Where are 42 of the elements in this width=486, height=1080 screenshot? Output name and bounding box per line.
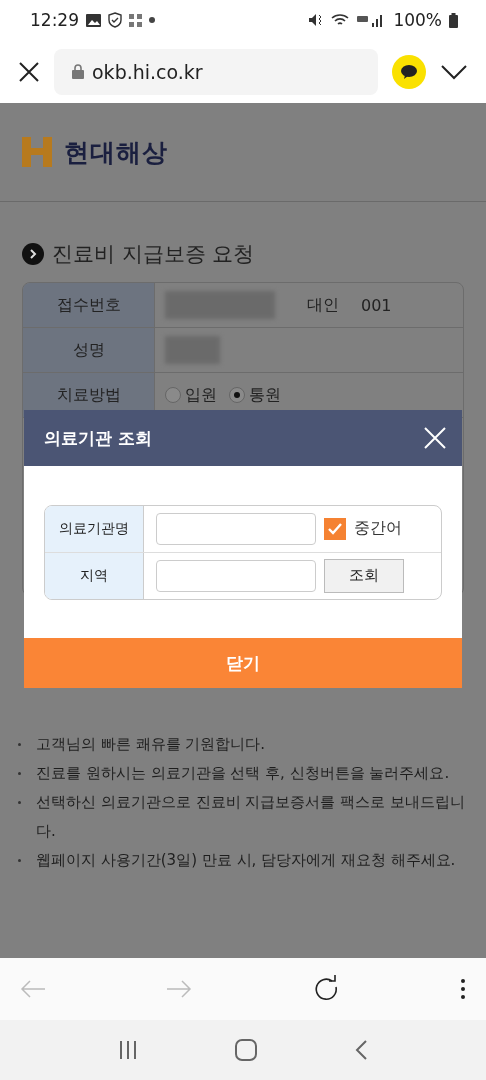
section-heading: 진료비 지급보증 요청 <box>52 241 255 268</box>
recent-apps-icon[interactable] <box>118 1040 139 1060</box>
radio-option[interactable]: 통원 <box>229 384 281 406</box>
address-bar[interactable]: okb.hi.co.kr <box>54 48 378 95</box>
chevron-circle-icon <box>22 243 44 265</box>
form-label: 성명 <box>23 328 155 372</box>
dialog-title: 의료기관 조회 <box>44 426 152 450</box>
image-icon <box>86 13 101 27</box>
note-text: 선택하신 의료기관으로 진료비 지급보증서를 팩스로 보내드립니다. <box>14 788 472 846</box>
form-value: 대인 <box>307 294 339 316</box>
status-time: 12:29 <box>30 10 79 30</box>
input-field[interactable] <box>156 512 316 545</box>
more-icon[interactable] <box>460 978 466 1000</box>
wifi-icon <box>331 13 350 27</box>
qr-icon <box>129 13 142 27</box>
checkbox-label: 중간어 <box>354 518 402 539</box>
note-text: 웹페이지 사용기간(3일) 만료 시, 담당자에게 재요청 해주세요. <box>14 846 472 875</box>
logo-icon <box>22 137 52 167</box>
form-value: 001 <box>361 295 392 315</box>
refresh-icon[interactable] <box>312 975 340 1003</box>
logo-text: 현대해상 <box>64 136 168 169</box>
chevron-down-icon[interactable] <box>440 63 468 80</box>
search-button[interactable]: 조회 <box>324 558 404 593</box>
input-field[interactable] <box>156 559 316 592</box>
url-text: okb.hi.co.kr <box>92 60 203 83</box>
chat-bubble-icon[interactable] <box>392 54 426 89</box>
battery-percent: 100% <box>393 10 442 30</box>
lock-icon <box>72 64 84 79</box>
field-label: 지역 <box>45 552 144 599</box>
battery-icon <box>449 12 458 28</box>
home-icon[interactable] <box>235 1039 257 1061</box>
note-text: 고객님의 빠른 쾌유를 기원합니다. <box>14 730 472 759</box>
close-icon[interactable] <box>18 60 40 83</box>
shield-icon <box>108 12 122 28</box>
field-label: 의료기관명 <box>45 505 144 552</box>
back-icon[interactable] <box>353 1039 368 1061</box>
radio-option[interactable]: 입원 <box>165 384 217 406</box>
dot-icon <box>149 17 155 23</box>
checkbox[interactable] <box>324 517 346 540</box>
form-label: 접수번호 <box>23 283 155 327</box>
note-text: 진료를 원하시는 의료기관을 선택 후, 신청버튼을 눌러주세요. <box>14 759 472 788</box>
close-button[interactable]: 닫기 <box>24 638 462 688</box>
